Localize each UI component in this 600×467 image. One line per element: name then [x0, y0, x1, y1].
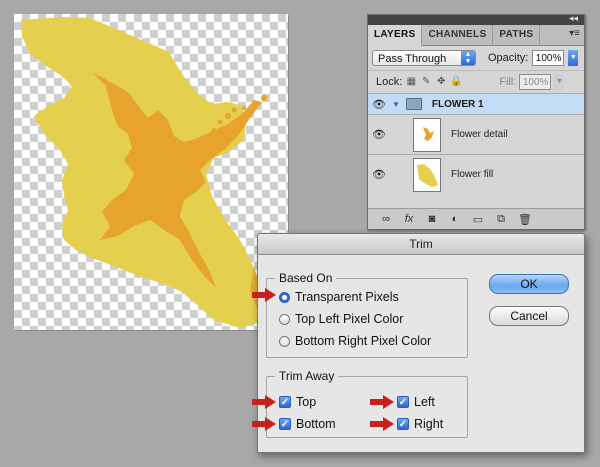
- fx-icon[interactable]: fx: [403, 213, 415, 225]
- fill-label: Fill:: [499, 76, 517, 88]
- tab-channels[interactable]: CHANNELS: [422, 25, 494, 45]
- layer-thumbnail: [413, 117, 441, 152]
- blend-opacity-row: Pass Through ▲ ▼ Opacity: 100% ▼: [368, 46, 584, 70]
- folder-icon[interactable]: ▭: [472, 213, 484, 226]
- lock-fill-row: Lock: ▦ ✎ ✥ 🔒 Fill: 100% ▼: [368, 70, 584, 93]
- option-label: Bottom Right Pixel Color: [295, 334, 432, 348]
- eye-icon[interactable]: 👁: [368, 128, 390, 141]
- radio-selected[interactable]: [279, 291, 290, 303]
- updown-arrow-icon: ▲ ▼: [461, 51, 475, 65]
- checkbox-checked[interactable]: ✓: [397, 396, 409, 408]
- fill-input[interactable]: 100%: [519, 74, 552, 90]
- eye-icon[interactable]: 👁: [368, 168, 390, 181]
- layer-group-row[interactable]: 👁 ▼ FLOWER 1: [368, 93, 584, 114]
- lock-all-icon[interactable]: 🔒: [450, 76, 462, 88]
- option-transparent-pixels[interactable]: Transparent Pixels: [279, 290, 399, 304]
- document-canvas[interactable]: [14, 14, 288, 330]
- checkbox-checked[interactable]: ✓: [397, 418, 409, 430]
- arrow-icon: [252, 417, 276, 431]
- checkbox-label: Right: [414, 417, 444, 431]
- panel-menu-icon[interactable]: ▾≡: [569, 28, 580, 39]
- based-on-label: Based On: [275, 271, 337, 285]
- panel-header: ◂◂: [368, 13, 584, 25]
- layer-row[interactable]: 👁 Flower detail: [368, 114, 584, 154]
- checkbox-checked[interactable]: ✓: [279, 418, 291, 430]
- eye-icon[interactable]: 👁: [368, 98, 390, 111]
- folder-icon: [405, 98, 422, 110]
- checkbox-label: Left: [414, 395, 435, 409]
- dialog-title: Trim: [258, 234, 584, 255]
- mask-icon[interactable]: ◙: [426, 213, 438, 225]
- adjustment-icon[interactable]: ◐: [449, 213, 461, 225]
- option-label: Transparent Pixels: [295, 290, 399, 304]
- lock-image-icon[interactable]: ✎: [420, 76, 432, 88]
- layer-name: Flower fill: [451, 169, 494, 180]
- lock-label: Lock:: [376, 76, 403, 88]
- blend-mode-value: Pass Through: [378, 53, 447, 65]
- arrow-icon: [252, 288, 276, 302]
- tab-layers[interactable]: LAYERS: [368, 25, 423, 46]
- checkbox-label: Bottom: [296, 417, 336, 431]
- option-label: Top Left Pixel Color: [295, 312, 404, 326]
- cancel-button[interactable]: Cancel: [489, 306, 569, 326]
- checkbox-checked[interactable]: ✓: [279, 396, 291, 408]
- lock-transparent-icon[interactable]: ▦: [405, 76, 417, 88]
- ok-button[interactable]: OK: [489, 274, 569, 294]
- trash-icon[interactable]: 🗑: [518, 213, 532, 226]
- flower-artwork: [21, 17, 267, 328]
- tab-paths[interactable]: PATHS: [493, 25, 541, 45]
- radio[interactable]: [279, 313, 290, 325]
- layers-toolbar: ∞ fx ◙ ◐ ▭ ⧉ 🗑: [368, 208, 584, 229]
- fill-dropdown-icon[interactable]: ▼: [554, 74, 565, 90]
- radio[interactable]: [279, 335, 290, 347]
- option-top-left-pixel-color[interactable]: Top Left Pixel Color: [279, 312, 403, 326]
- checkbox-right[interactable]: ✓ Right: [397, 417, 443, 431]
- new-layer-icon[interactable]: ⧉: [495, 213, 507, 226]
- lock-position-icon[interactable]: ✥: [435, 76, 447, 88]
- arrow-icon: [370, 395, 394, 409]
- opacity-input[interactable]: 100%: [532, 50, 565, 66]
- option-bottom-right-pixel-color[interactable]: Bottom Right Pixel Color: [279, 334, 431, 348]
- arrow-icon: [370, 417, 394, 431]
- checkbox-label: Top: [296, 395, 317, 409]
- layer-row[interactable]: 👁 Flower fill: [368, 154, 584, 194]
- group-name: FLOWER 1: [431, 98, 484, 110]
- layer-thumbnail: [413, 157, 441, 192]
- trim-away-label: Trim Away: [275, 369, 339, 383]
- collapse-icon[interactable]: ◂◂: [569, 13, 578, 24]
- panel-tabs: LAYERS CHANNELS PATHS ▾≡: [368, 25, 584, 46]
- checkbox-left[interactable]: ✓ Left: [397, 395, 435, 409]
- arrow-icon: [252, 395, 276, 409]
- opacity-dropdown-icon[interactable]: ▼: [568, 50, 579, 66]
- layers-panel: ◂◂ LAYERS CHANNELS PATHS ▾≡ Pass Through…: [367, 13, 585, 230]
- checkbox-bottom[interactable]: ✓ Bottom: [279, 417, 336, 431]
- checkbox-top[interactable]: ✓ Top: [279, 395, 316, 409]
- link-icon[interactable]: ∞: [380, 213, 392, 225]
- opacity-label: Opacity:: [488, 52, 529, 64]
- layer-name: Flower detail: [451, 129, 508, 140]
- disclosure-triangle-icon[interactable]: ▼: [392, 100, 400, 109]
- blend-mode-select[interactable]: Pass Through ▲ ▼: [372, 50, 476, 66]
- trim-dialog: Trim Based On Transparent Pixels Top Lef…: [257, 233, 585, 453]
